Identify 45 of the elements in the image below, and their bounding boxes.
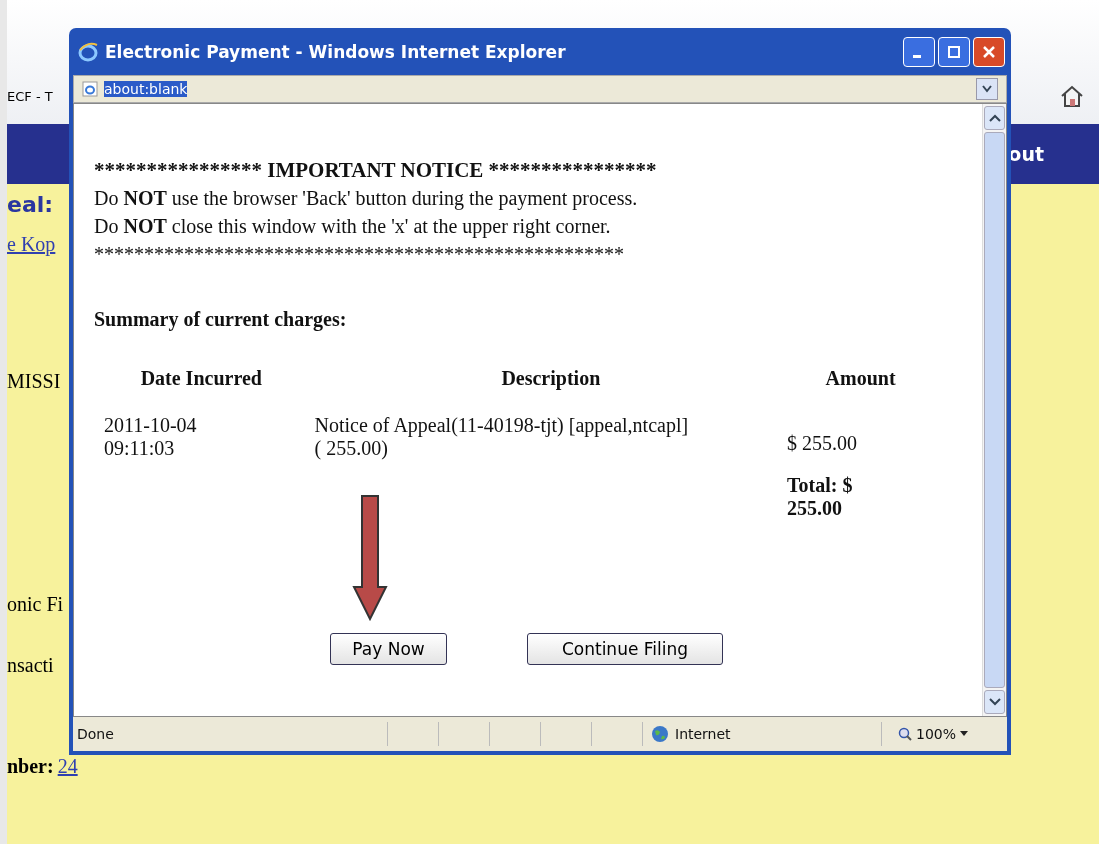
column-header: Amount bbox=[824, 367, 897, 391]
minimize-icon bbox=[913, 55, 921, 58]
window-title: Electronic Payment - Windows Internet Explorer bbox=[105, 41, 567, 62]
browser-tab[interactable]: ECF - T bbox=[7, 89, 53, 104]
chevron-down-icon bbox=[982, 85, 992, 93]
continue-filing-button[interactable]: Continue Filing bbox=[527, 633, 723, 665]
case-link[interactable]: e Kop bbox=[7, 233, 56, 256]
chevron-down-icon bbox=[988, 698, 1001, 706]
number-link[interactable]: 24 bbox=[57, 755, 78, 778]
field-label: nber: bbox=[7, 755, 54, 778]
column-header: Description bbox=[500, 367, 602, 392]
minimize-button[interactable] bbox=[903, 36, 935, 67]
ie-logo-icon bbox=[77, 40, 99, 63]
page-text: onic Fi bbox=[7, 593, 64, 616]
chevron-up-icon bbox=[988, 114, 1001, 122]
zoom-icon bbox=[898, 727, 912, 741]
notice-text: Do NOT use the browser 'Back' button during the payment process. bbox=[94, 186, 639, 212]
status-text: Done bbox=[76, 726, 115, 742]
zoom-control[interactable]: 100% bbox=[881, 722, 969, 746]
address-bar[interactable]: about:blank bbox=[73, 75, 1007, 103]
column-header: Date Incurred bbox=[139, 367, 263, 391]
dropdown-button[interactable] bbox=[976, 78, 998, 100]
notice-title: **************** IMPORTANT NOTICE **************** bbox=[94, 157, 658, 184]
table-cell-text: Notice of Appeal(11-40198-tjt) [appeal,ntcapl] ( 255.00) bbox=[314, 414, 690, 460]
globe-icon bbox=[651, 725, 669, 743]
total-amount: Total: $ 255.00 bbox=[787, 474, 854, 520]
caret-icon bbox=[960, 731, 969, 737]
page-heading: eal: bbox=[7, 192, 54, 217]
maximize-button[interactable] bbox=[938, 36, 970, 67]
pay-now-button[interactable]: Pay Now bbox=[330, 633, 447, 665]
table-cell-text: 2011-10-04 09:11:03 bbox=[104, 414, 198, 460]
home-icon[interactable] bbox=[1059, 84, 1085, 108]
url-text: about:blank bbox=[104, 81, 188, 97]
zone-text: Internet bbox=[675, 726, 731, 742]
notice-text: Do NOT close this window with the 'x' at the upper right corner. bbox=[94, 214, 612, 240]
notice-rule: ***************************************************** bbox=[94, 242, 625, 267]
page-text: MISSI bbox=[7, 370, 61, 393]
close-button[interactable] bbox=[973, 36, 1005, 67]
down-arrow-icon bbox=[352, 495, 388, 621]
page-icon bbox=[82, 81, 98, 97]
page-text: nsacti bbox=[7, 654, 54, 677]
close-icon bbox=[982, 44, 996, 59]
section-heading: Summary of current charges: bbox=[94, 308, 348, 331]
table-cell: $ 255.00 bbox=[787, 432, 858, 455]
maximize-icon bbox=[947, 44, 961, 59]
